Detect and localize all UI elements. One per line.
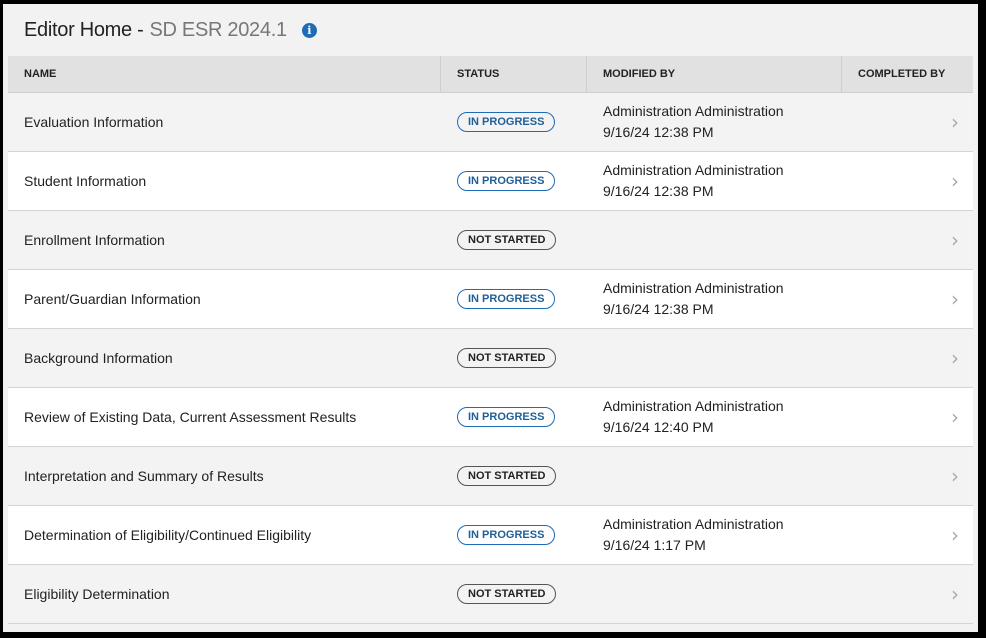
modified-at: 9/16/24 1:17 PM (603, 537, 706, 553)
modified-by-name: Administration Administration (603, 103, 784, 119)
column-header-completed-by[interactable]: COMPLETED BY (842, 56, 973, 92)
table-row[interactable]: Interpretation and Summary of Results NO… (8, 447, 973, 506)
row-modified-cell: Administration Administration 9/16/24 12… (587, 270, 842, 328)
column-header-status[interactable]: STATUS (441, 56, 587, 92)
row-modified-cell: Administration Administration 9/16/24 12… (587, 152, 842, 210)
table-row[interactable]: Parent/Guardian Information IN PROGRESS … (8, 270, 973, 329)
modified-by-name: Administration Administration (603, 516, 784, 532)
row-name-cell: Evaluation Information (8, 93, 441, 151)
row-status-cell: IN PROGRESS (441, 93, 587, 151)
row-status-cell: NOT STARTED (441, 211, 587, 269)
modified-by-name: Administration Administration (603, 280, 784, 296)
row-status-cell: IN PROGRESS (441, 506, 587, 564)
row-status-cell: NOT STARTED (441, 565, 587, 623)
status-badge: IN PROGRESS (457, 289, 556, 309)
status-badge: IN PROGRESS (457, 407, 556, 427)
row-name: Evaluation Information (24, 114, 164, 130)
status-badge: NOT STARTED (457, 584, 557, 604)
row-name-cell: Parent/Guardian Information (8, 270, 441, 328)
modified-at: 9/16/24 12:40 PM (603, 419, 714, 435)
table-row[interactable]: Determination of Eligibility/Continued E… (8, 506, 973, 565)
row-name: Review of Existing Data, Current Assessm… (24, 409, 357, 425)
row-name: Eligibility Determination (24, 586, 170, 602)
chevron-right-icon[interactable]: › (951, 287, 959, 311)
table-row[interactable]: Eligibility Determination NOT STARTED › (8, 565, 973, 624)
editor-table: NAME STATUS MODIFIED BY COMPLETED BY Eva… (8, 56, 973, 624)
modified-by-name: Administration Administration (603, 398, 784, 414)
editor-home-panel: Editor Home - SD ESR 2024.1 i NAME STATU… (3, 4, 978, 632)
chevron-right-icon[interactable]: › (951, 582, 959, 606)
page-title: Editor Home - (24, 18, 144, 41)
modified-at: 9/16/24 12:38 PM (603, 183, 714, 199)
status-badge: NOT STARTED (457, 348, 557, 368)
row-modified-cell (587, 211, 842, 269)
row-name-cell: Eligibility Determination (8, 565, 441, 623)
table-row[interactable]: Enrollment Information NOT STARTED › (8, 211, 973, 270)
row-status-cell: IN PROGRESS (441, 270, 587, 328)
row-name-cell: Student Information (8, 152, 441, 210)
chevron-right-icon[interactable]: › (951, 228, 959, 252)
row-name: Determination of Eligibility/Continued E… (24, 527, 312, 543)
column-header-name[interactable]: NAME (8, 56, 441, 92)
table-row[interactable]: Review of Existing Data, Current Assessm… (8, 388, 973, 447)
status-badge: IN PROGRESS (457, 525, 556, 545)
modified-by-name: Administration Administration (603, 162, 784, 178)
row-name: Enrollment Information (24, 232, 165, 248)
info-icon[interactable]: i (301, 22, 317, 38)
status-badge: IN PROGRESS (457, 171, 556, 191)
page-header: Editor Home - SD ESR 2024.1 i (3, 4, 978, 56)
modified-at: 9/16/24 12:38 PM (603, 301, 714, 317)
chevron-right-icon[interactable]: › (951, 464, 959, 488)
row-status-cell: NOT STARTED (441, 447, 587, 505)
chevron-right-icon[interactable]: › (951, 405, 959, 429)
row-modified-cell: Administration Administration 9/16/24 12… (587, 388, 842, 446)
modified-at: 9/16/24 12:38 PM (603, 124, 714, 140)
chevron-right-icon[interactable]: › (951, 110, 959, 134)
row-name-cell: Determination of Eligibility/Continued E… (8, 506, 441, 564)
row-name-cell: Review of Existing Data, Current Assessm… (8, 388, 441, 446)
row-name: Parent/Guardian Information (24, 291, 201, 307)
row-modified-cell (587, 329, 842, 387)
row-status-cell: IN PROGRESS (441, 152, 587, 210)
row-name-cell: Enrollment Information (8, 211, 441, 269)
column-header-modified-by[interactable]: MODIFIED BY (587, 56, 842, 92)
table-row[interactable]: Background Information NOT STARTED › (8, 329, 973, 388)
row-name-cell: Interpretation and Summary of Results (8, 447, 441, 505)
row-name-cell: Background Information (8, 329, 441, 387)
chevron-right-icon[interactable]: › (951, 169, 959, 193)
row-modified-cell (587, 565, 842, 623)
chevron-right-icon[interactable]: › (951, 346, 959, 370)
status-badge: NOT STARTED (457, 466, 557, 486)
row-status-cell: NOT STARTED (441, 329, 587, 387)
row-name: Student Information (24, 173, 147, 189)
row-modified-cell: Administration Administration 9/16/24 1:… (587, 506, 842, 564)
row-name: Background Information (24, 350, 173, 366)
chevron-right-icon[interactable]: › (951, 523, 959, 547)
status-badge: NOT STARTED (457, 230, 557, 250)
table-row[interactable]: Evaluation Information IN PROGRESS Admin… (8, 93, 973, 152)
row-modified-cell: Administration Administration 9/16/24 12… (587, 93, 842, 151)
table-header: NAME STATUS MODIFIED BY COMPLETED BY (8, 56, 973, 93)
table-body: Evaluation Information IN PROGRESS Admin… (8, 93, 973, 624)
row-modified-cell (587, 447, 842, 505)
row-status-cell: IN PROGRESS (441, 388, 587, 446)
row-name: Interpretation and Summary of Results (24, 468, 264, 484)
page-subtitle: SD ESR 2024.1 (149, 18, 287, 41)
status-badge: IN PROGRESS (457, 112, 556, 132)
table-row[interactable]: Student Information IN PROGRESS Administ… (8, 152, 973, 211)
